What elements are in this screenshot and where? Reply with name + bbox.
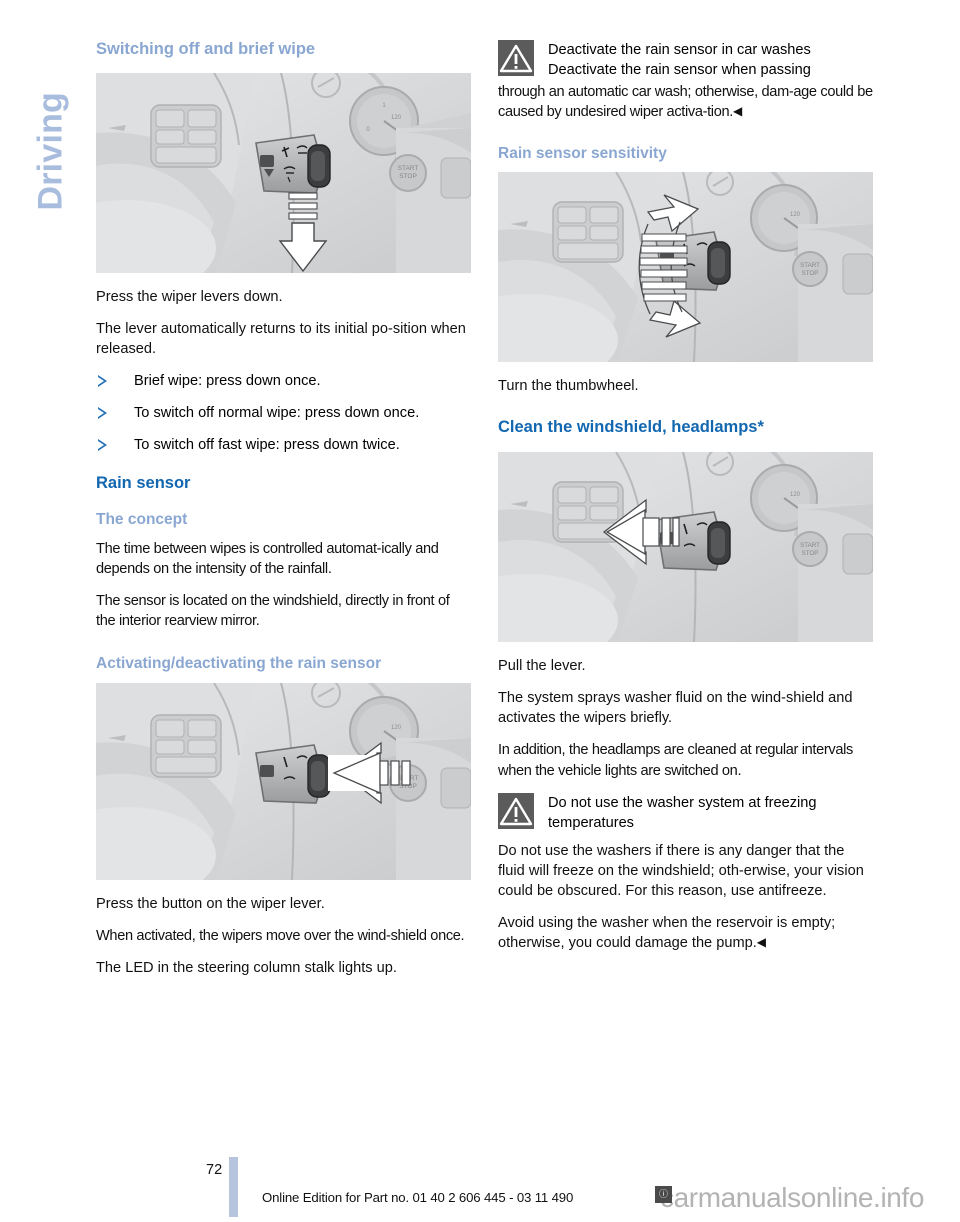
warning-body-lead: Deactivate the rain sensor when passing (548, 62, 811, 79)
warning-triangle-icon (498, 792, 534, 829)
warning-end-mark: ◀ (756, 935, 767, 950)
svg-text:STOP: STOP (802, 270, 819, 277)
paragraph-press-levers: Press the wiper levers down. (96, 288, 283, 305)
svg-text:START: START (398, 165, 419, 172)
list-item-label: To switch off fast wipe: press down twic… (134, 437, 400, 454)
triangle-bullet-icon (98, 439, 107, 452)
paragraph-led-lights-up: The LED in the steering column stalk lig… (96, 960, 397, 977)
figure-wiper-lever-press-button-graphic: 120 START STOP (96, 683, 471, 881)
svg-text:STOP: STOP (802, 550, 819, 557)
triangle-bullet-icon (98, 375, 107, 388)
heading-rain-sensor: Rain sensor (96, 473, 191, 492)
heading-clean-windshield-headlamps: Clean the windshield, headlamps* (498, 418, 764, 437)
heading-activating-deactivating: Activating/deactivating the rain sensor (96, 655, 382, 673)
figure-pull-lever-graphic: 120 START STOP (498, 452, 873, 643)
watermark-badge-icon: ⓘ (655, 1186, 672, 1203)
warning-body-rest: through an automatic car wash; otherwise… (498, 82, 874, 122)
paragraph-concept-location: The sensor is located on the windshield,… (96, 593, 450, 630)
warning-block-car-wash: Deactivate the rain sensor in car washes… (498, 40, 874, 123)
section-title-switching-off: Switching off and brief wipe (96, 40, 316, 58)
chapter-side-tab: Driving (0, 0, 96, 1140)
paragraph-press-button: Press the button on the wiper lever. (96, 896, 325, 913)
paragraph-avoid-empty-reservoir-text: Avoid using the washer when the reservoi… (498, 915, 836, 952)
paragraph-lever-returns: The lever automatically returns to its i… (96, 320, 466, 358)
paragraph-system-sprays: The system sprays washer fluid on the wi… (498, 690, 853, 727)
heading-rain-sensor-sensitivity: Rain sensor sensitivity (498, 144, 667, 162)
svg-text:STOP: STOP (399, 173, 417, 180)
list-item-label: Brief wipe: press down once. (134, 373, 321, 390)
paragraph-concept-timing: The time between wipes is controlled aut… (96, 540, 439, 578)
bullet-list-wipe-actions: Brief wipe: press down once. To switch o… (96, 371, 472, 455)
triangle-bullet-icon (98, 407, 107, 420)
warning-heading-text: Do not use the washer system at freezing… (548, 794, 817, 831)
warning-body-rest-text: through an automatic car wash; otherwise… (498, 84, 873, 121)
manual-page: Driving Switching off and brief wipe 1 1… (0, 0, 960, 1222)
watermark-text: carmanualsonline.info (660, 1182, 924, 1213)
warning-block-freezing: Do not use the washer system at freezing… (498, 792, 874, 954)
chapter-tab-label: Driving (31, 91, 70, 211)
heading-the-concept: The concept (96, 511, 188, 529)
footer-rule (229, 1157, 238, 1217)
warning-triangle-icon (498, 40, 534, 76)
footer-edition-text: Online Edition for Part no. 01 40 2 606 … (262, 1190, 574, 1205)
right-column: Deactivate the rain sensor in car washes… (498, 40, 874, 964)
paragraph-when-activated: When activated, the wipers move over the… (96, 928, 465, 945)
list-item-label: To switch off normal wipe: press down on… (134, 405, 420, 422)
caption-turn-thumbwheel: Turn the thumbwheel. (498, 378, 639, 395)
svg-text:120: 120 (790, 492, 801, 498)
warning-triangle-glyph (498, 40, 534, 76)
paragraph-headlamps-cleaned: In addition, the headlamps are cleaned a… (498, 742, 853, 779)
warning-heading-row: Deactivate the rain sensor in car washes… (498, 40, 874, 80)
warning-heading-row: Do not use the washer system at freezing… (498, 792, 874, 833)
svg-text:120: 120 (391, 115, 402, 121)
figure-thumbwheel-turn-graphic: 120 START STOP (498, 172, 873, 363)
warning-end-mark: ◀ (732, 104, 743, 119)
list-item: To switch off normal wipe: press down on… (96, 403, 472, 423)
svg-text:120: 120 (790, 212, 801, 218)
warning-triangle-glyph (498, 792, 534, 829)
figure-pull-lever: 120 START STOP (498, 452, 873, 643)
warning-heading-text: Deactivate the rain sensor in car washes (548, 42, 811, 58)
svg-text:START: START (800, 262, 820, 269)
svg-text:START: START (800, 542, 820, 549)
figure-thumbwheel-turn: 120 START STOP (498, 172, 873, 363)
page-number: 72 (206, 1162, 223, 1178)
svg-text:120: 120 (391, 725, 402, 731)
figure-wiper-lever-press-button: 120 START STOP (96, 683, 471, 881)
paragraph-avoid-empty-reservoir: Avoid using the washer when the reservoi… (498, 913, 874, 953)
list-item: Brief wipe: press down once. (96, 371, 472, 391)
left-column: Switching off and brief wipe 1 120 0 STA… (96, 40, 472, 990)
figure-wiper-lever-press-down-graphic: 1 120 0 START STOP (96, 72, 471, 273)
paragraph-do-not-use-washers: Do not use the washers if there is any d… (498, 842, 864, 900)
figure-wiper-lever-press-down: 1 120 0 START STOP (96, 72, 471, 273)
list-item: To switch off fast wipe: press down twic… (96, 435, 472, 455)
paragraph-pull-lever: Pull the lever. (498, 658, 586, 675)
